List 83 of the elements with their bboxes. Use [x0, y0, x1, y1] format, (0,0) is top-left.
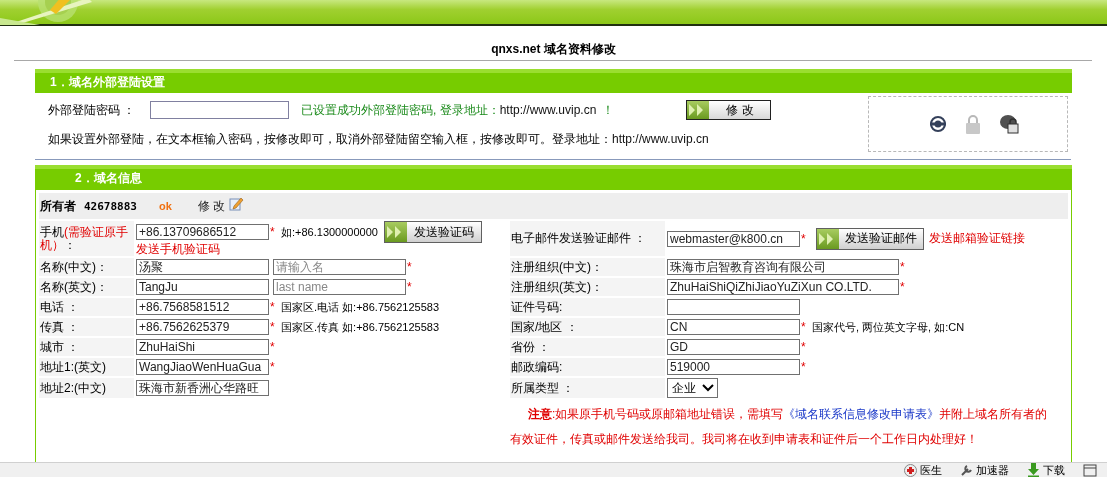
required-mark: * — [407, 280, 413, 294]
input-field[interactable]: ZhuHaiShiQiZhiJiaoYuZiXun CO.LTD. — [667, 279, 899, 295]
type-dropdown[interactable]: 企业 — [667, 378, 718, 398]
required-mark: * — [270, 300, 276, 314]
download-icon[interactable] — [1027, 463, 1040, 477]
input-field[interactable]: 519000 — [667, 359, 800, 375]
help-text: 如果设置外部登陆，在文本框输入密码，按修改即可，取消外部登陆留空输入框，按修改即可。登录地址： — [48, 130, 612, 148]
required-mark: * — [801, 231, 807, 246]
field-label: 电话 ： — [39, 298, 134, 316]
field-label: 地址2:(中文) — [39, 378, 134, 398]
plus-icon[interactable] — [904, 463, 917, 477]
owner-id: 42678883 — [84, 199, 137, 213]
hint-text: 国家代号, 两位英文字母, 如:CN — [812, 319, 965, 335]
edit-link[interactable]: 修 改 — [197, 197, 226, 215]
field-label: 注册组织(中文)： — [510, 258, 665, 276]
required-mark: * — [801, 360, 807, 374]
input-field[interactable]: TangJu — [136, 279, 269, 295]
modify-button[interactable]: 修 改 — [686, 100, 772, 120]
chat-lock-icon[interactable] — [999, 114, 1019, 134]
status-item[interactable]: 医生 — [920, 462, 942, 477]
note-text: 发送手机验证码 — [136, 243, 221, 256]
input-field[interactable] — [667, 299, 800, 315]
input-field[interactable]: 珠海市新香洲心华路旺 — [136, 380, 269, 396]
hint-text: 国家区.电话 如:+86.7562125583 — [281, 299, 440, 315]
owner-label: 所有者 — [40, 197, 76, 215]
field-label: 传真 ： — [39, 318, 134, 336]
status-item[interactable]: 下载 — [1043, 462, 1065, 477]
field-label: 地址1:(英文) — [39, 358, 134, 376]
input-field[interactable]: ZhuHaiShi — [136, 339, 269, 355]
status-text: ok — [159, 200, 172, 212]
status-item[interactable]: 加速器 — [976, 462, 1009, 477]
input-field[interactable]: GD — [667, 339, 800, 355]
url-text: http://www.uvip.cn — [499, 103, 597, 117]
field-label: 电子邮件发送验证邮件 ： — [510, 221, 665, 256]
input-field[interactable]: last name — [273, 279, 406, 295]
required-mark: * — [801, 340, 807, 354]
field-label: 名称(中文)： — [39, 258, 134, 276]
form-link[interactable]: 《域名联系信息修改申请表》 — [783, 407, 940, 421]
input-field[interactable]: 珠海市启智教育咨询有限公司 — [667, 259, 899, 275]
hint-text: 如:+86.1300000000 — [281, 224, 378, 240]
required-mark: * — [801, 320, 807, 334]
input-field[interactable]: 汤聚 — [136, 259, 269, 275]
field-label: 外部登陆密码 ： — [48, 101, 137, 119]
exclamation-mark: ！ — [602, 101, 615, 119]
section-heading: 2．域名信息 — [35, 165, 1072, 190]
send-button[interactable]: 发送验证码 — [383, 221, 482, 243]
note-text: 发送邮箱验证链接 — [929, 230, 1025, 247]
field-label: 注册组织(英文)： — [510, 278, 665, 296]
required-mark: * — [900, 280, 906, 294]
required-mark: * — [270, 340, 276, 354]
required-mark: * — [270, 320, 276, 334]
success-message: 已设置成功外部登陆密码, 登录地址： — [301, 101, 500, 119]
input-field[interactable]: 请输入名 — [273, 259, 406, 275]
password-field[interactable] — [150, 101, 289, 119]
target-icon[interactable] — [929, 115, 947, 133]
section-heading: 1．域名外部登陆设置 — [35, 69, 1072, 93]
field-label: 证件号码: — [510, 298, 665, 316]
caret-icon — [702, 384, 714, 392]
window-icon[interactable] — [1083, 463, 1097, 477]
field-label: 邮政编码: — [510, 358, 665, 376]
field-label: 省份 ： — [510, 338, 665, 356]
field-label: 国家/地区 ： — [510, 318, 665, 336]
field-label: 名称(英文)： — [39, 278, 134, 296]
hint-text: 国家区.传真 如:+86.7562125583 — [281, 319, 440, 335]
field-label: 手机(需验证原手机）： — [39, 221, 134, 256]
required-mark: * — [407, 260, 413, 274]
page-title: qnxs.net 域名资料修改 — [490, 41, 617, 58]
input-field[interactable]: +86.7568581512 — [136, 299, 269, 315]
required-mark: * — [900, 260, 906, 274]
input-field[interactable]: +86.13709686512 — [136, 224, 269, 240]
notice-text: 注意:如果原手机号码或原邮箱地址错误，需填写《域名联系信息修改申请表》并附上域名所有者的有效证件，传真或邮件发送给我司。我司将在收到申请表和证件后一个工作日内处理好！ — [510, 406, 1049, 448]
required-mark: * — [270, 360, 276, 374]
wrench-icon[interactable] — [960, 463, 973, 477]
input-field[interactable]: +86.7562625379 — [136, 319, 269, 335]
send-button[interactable]: 发送验证邮件 — [816, 227, 924, 250]
input-field[interactable]: CN — [667, 319, 800, 335]
edit-icon[interactable] — [229, 195, 245, 211]
field-label: 城市 ： — [39, 338, 134, 356]
input-field[interactable]: webmaster@k800.cn — [667, 230, 800, 247]
input-field[interactable]: WangJiaoWenHuaGua — [136, 359, 269, 375]
url-text: http://www.uvip.cn — [612, 132, 709, 146]
required-mark: * — [270, 225, 276, 239]
field-label: 所属类型 ： — [510, 378, 665, 398]
